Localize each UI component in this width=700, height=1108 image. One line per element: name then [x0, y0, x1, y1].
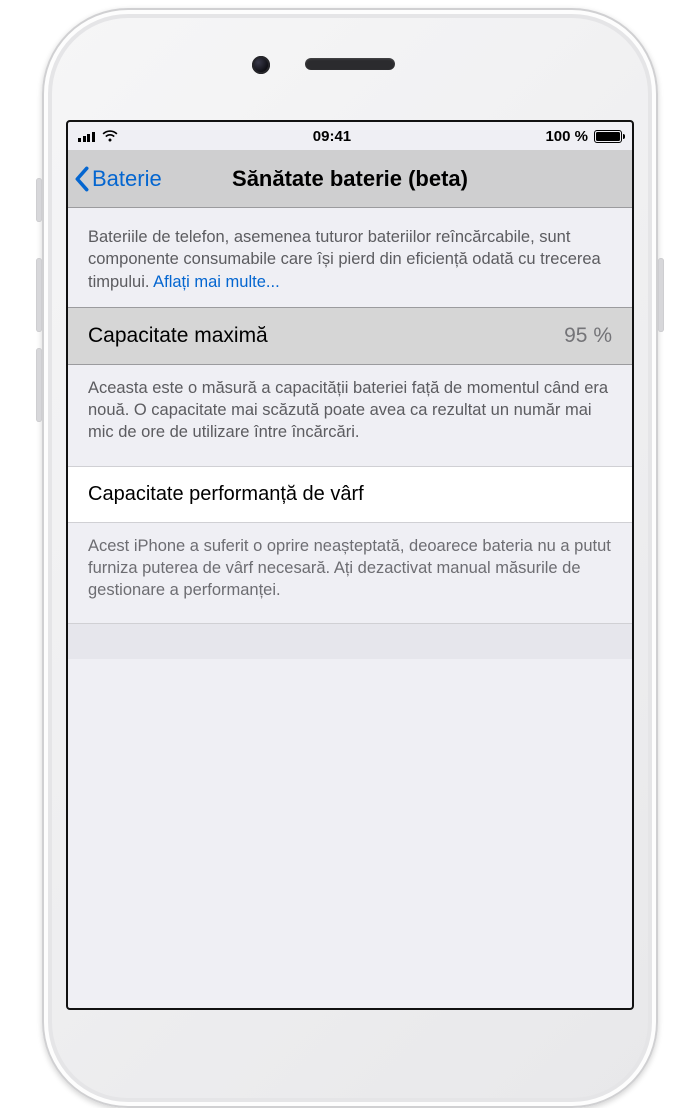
maximum-capacity-label: Capacitate maximă [88, 324, 268, 348]
phone-frame: 09:41 100 % Baterie Sănătate baterie (be… [42, 8, 658, 1108]
learn-more-link[interactable]: Aflați mai multe... [153, 273, 280, 291]
intro-note: Bateriile de telefon, asemenea tuturor b… [68, 208, 632, 307]
cellular-signal-icon [78, 130, 95, 142]
dimmed-region: 09:41 100 % Baterie Sănătate baterie (be… [68, 122, 632, 466]
phone-speaker [305, 58, 395, 70]
peak-performance-row[interactable]: Capacitate performanță de vârf [68, 466, 632, 523]
maximum-capacity-value: 95 % [564, 324, 612, 348]
back-button[interactable]: Baterie [68, 166, 162, 192]
mute-switch [36, 178, 42, 222]
navigation-bar: Baterie Sănătate baterie (beta) [68, 150, 632, 208]
maximum-capacity-row[interactable]: Capacitate maximă 95 % [68, 307, 632, 365]
highlighted-region: Capacitate performanță de vârf Acest iPh… [68, 466, 632, 660]
volume-down-button [36, 348, 42, 422]
status-bar: 09:41 100 % [68, 122, 632, 150]
peak-performance-label: Capacitate performanță de vârf [88, 483, 364, 506]
status-battery-text: 100 % [545, 128, 588, 145]
wifi-icon [101, 129, 119, 143]
maximum-capacity-footer: Aceasta este o măsură a capacității bate… [68, 365, 632, 466]
screen: 09:41 100 % Baterie Sănătate baterie (be… [66, 120, 634, 1010]
status-time: 09:41 [119, 128, 546, 145]
battery-icon [594, 130, 622, 143]
phone-front-camera [252, 56, 270, 74]
section-divider [68, 623, 632, 659]
chevron-left-icon [74, 166, 90, 192]
power-button [658, 258, 664, 332]
volume-up-button [36, 258, 42, 332]
peak-performance-footer: Acest iPhone a suferit o oprire neaștept… [68, 523, 632, 624]
back-label: Baterie [92, 166, 162, 192]
